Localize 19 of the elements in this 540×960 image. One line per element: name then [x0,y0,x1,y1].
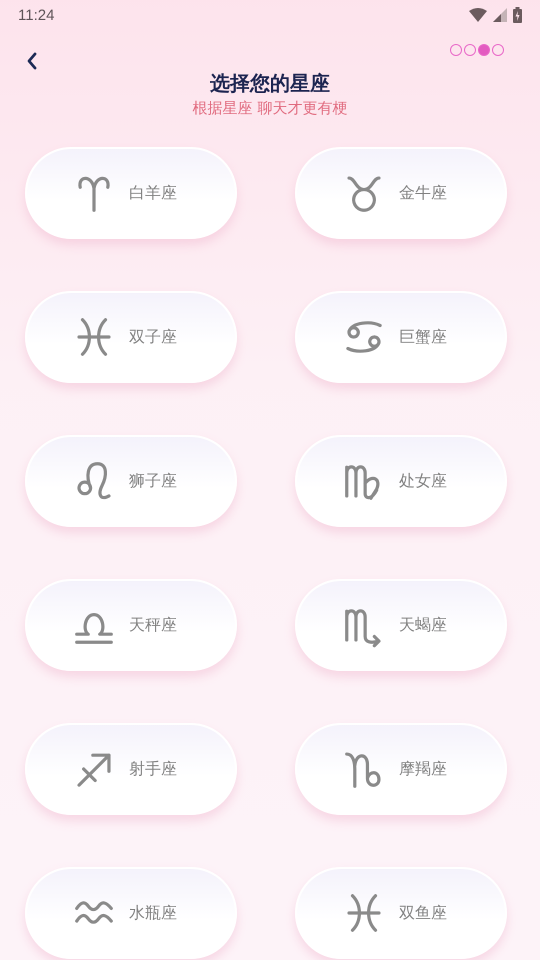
zodiac-sign-button[interactable]: 狮子座 [25,435,237,527]
battery-icon [513,7,522,23]
zodiac-sign-button[interactable]: 巨蟹座 [295,291,507,383]
status-time: 11:24 [18,6,54,24]
zodiac-sign-button[interactable]: 金牛座 [295,147,507,239]
page-subtitle: 根据星座 聊天才更有梗 [192,99,348,118]
zodiac-sign-button[interactable]: 天蝎座 [295,579,507,671]
page-title: 选择您的星座 [209,70,331,97]
zodiac-sign-button[interactable]: 摩羯座 [295,723,507,815]
zodiac-sign-button[interactable]: 双鱼座 [295,867,507,959]
zodiac-sign-button[interactable]: 双子座 [25,291,237,383]
zodiac-sign-button[interactable]: 射手座 [25,723,237,815]
wifi-icon [469,8,487,22]
chevron-left-icon [26,52,38,70]
zodiac-sign-button[interactable]: 处女座 [295,435,507,527]
zodiac-sign-button[interactable]: 白羊座 [25,147,237,239]
signal-icon [493,8,507,22]
zodiac-sign-button[interactable]: 水瓶座 [25,867,237,959]
zodiac-sign-button[interactable]: 天秤座 [25,579,237,671]
